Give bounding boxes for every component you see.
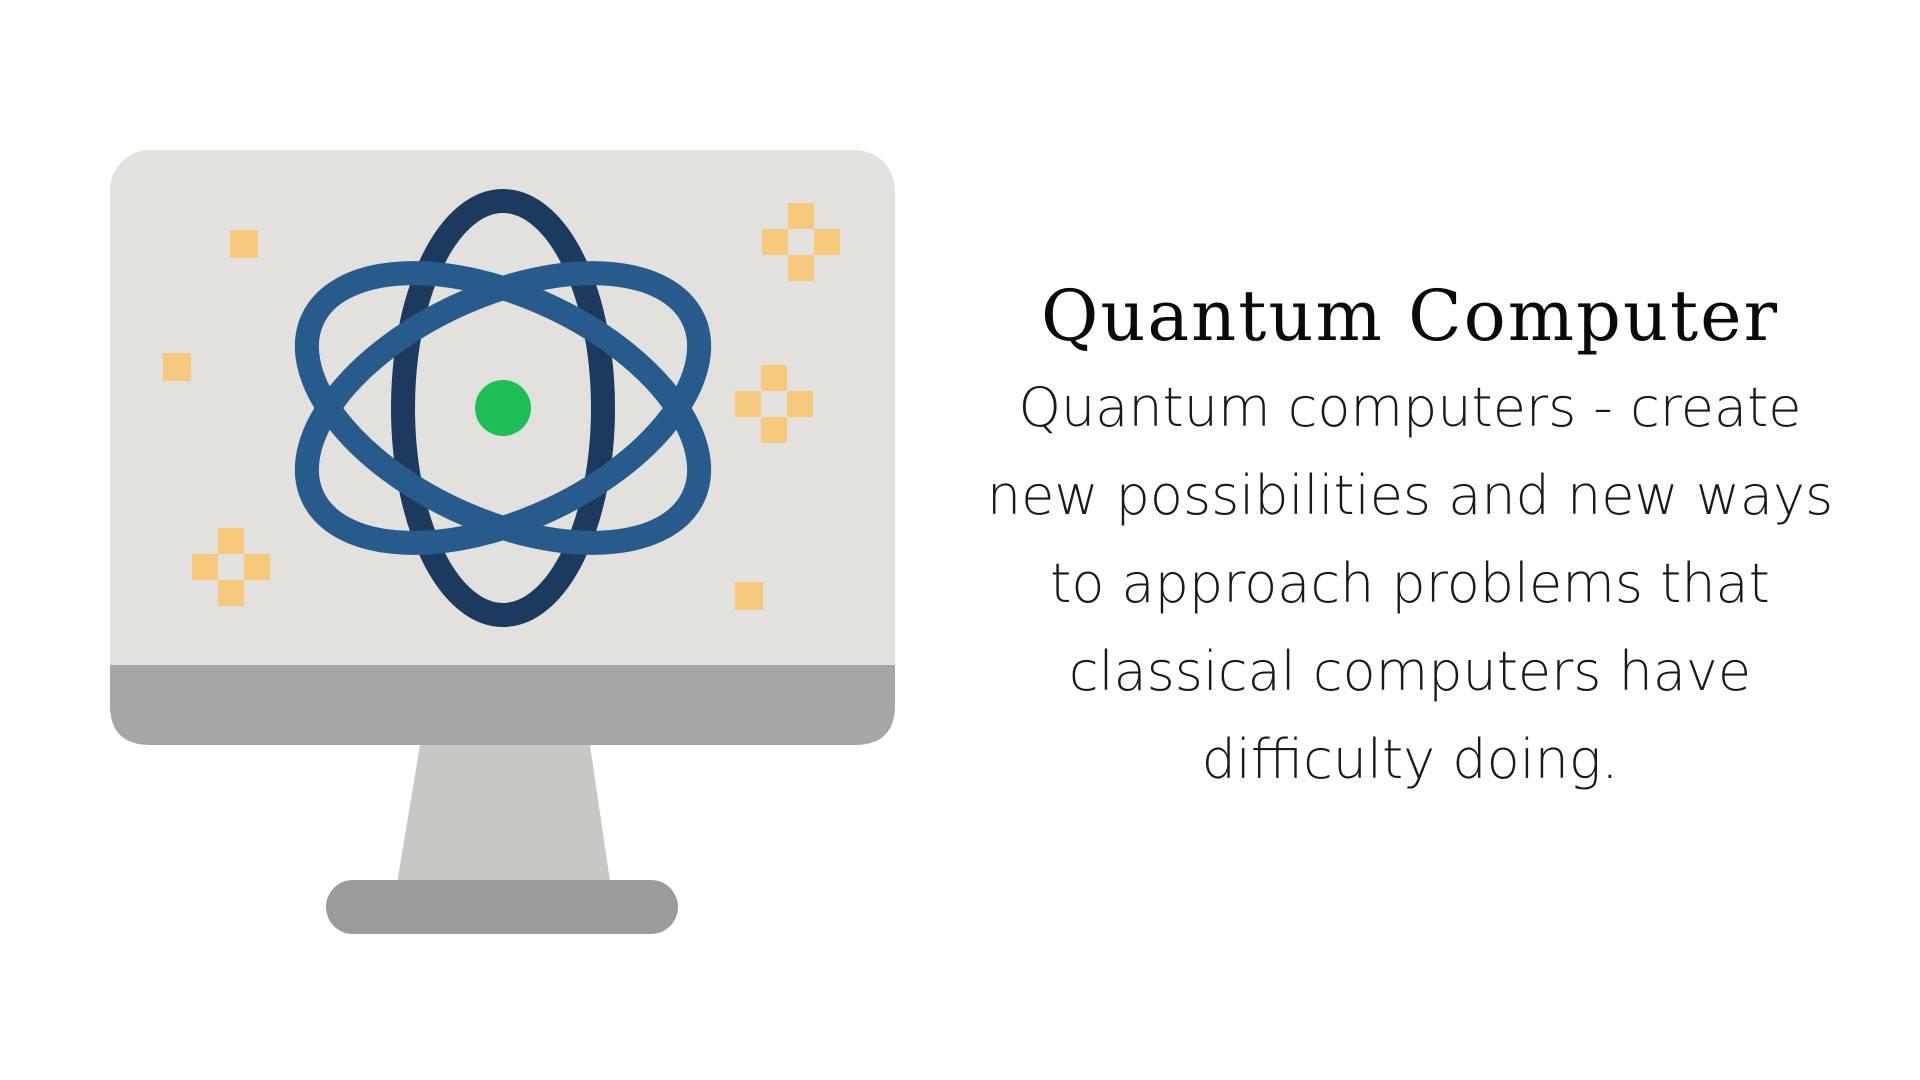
description-line: Quantum computers - create [1018,376,1802,439]
sparkle-icon [192,554,218,580]
text-block: Quantum Computer Quantum computers - cre… [960,268,1860,804]
description-line: new possibilities and new ways [986,464,1834,527]
description-line: to approach problems that [1050,552,1770,615]
sparkle-icon [230,230,258,258]
sparkle-icon [218,528,244,554]
sparkle-icon [814,229,840,255]
description-line: classical computers have [1068,640,1752,703]
page-title: Quantum Computer [1040,275,1780,357]
description-line: difficulty doing. [1201,728,1619,791]
monitor-base [326,880,678,934]
sparkle-icon [163,353,191,381]
quantum-computer-illustration [100,145,910,945]
sparkle-icon [761,365,787,391]
sparkle-icon [788,203,814,229]
sparkle-icon [761,417,787,443]
description: Quantum computers - create new possibili… [960,364,1860,804]
sparkle-icon [244,554,270,580]
sparkle-icon [735,391,761,417]
sparkle-icon [762,229,788,255]
sparkle-icon [787,391,813,417]
monitor-chin [110,665,895,745]
nucleus-icon [475,380,531,436]
sparkle-icon [218,580,244,606]
quantum-computer-monitor-icon [110,150,895,934]
sparkle-icon [788,255,814,281]
monitor-stand [395,745,612,895]
sparkle-icon [735,582,763,610]
